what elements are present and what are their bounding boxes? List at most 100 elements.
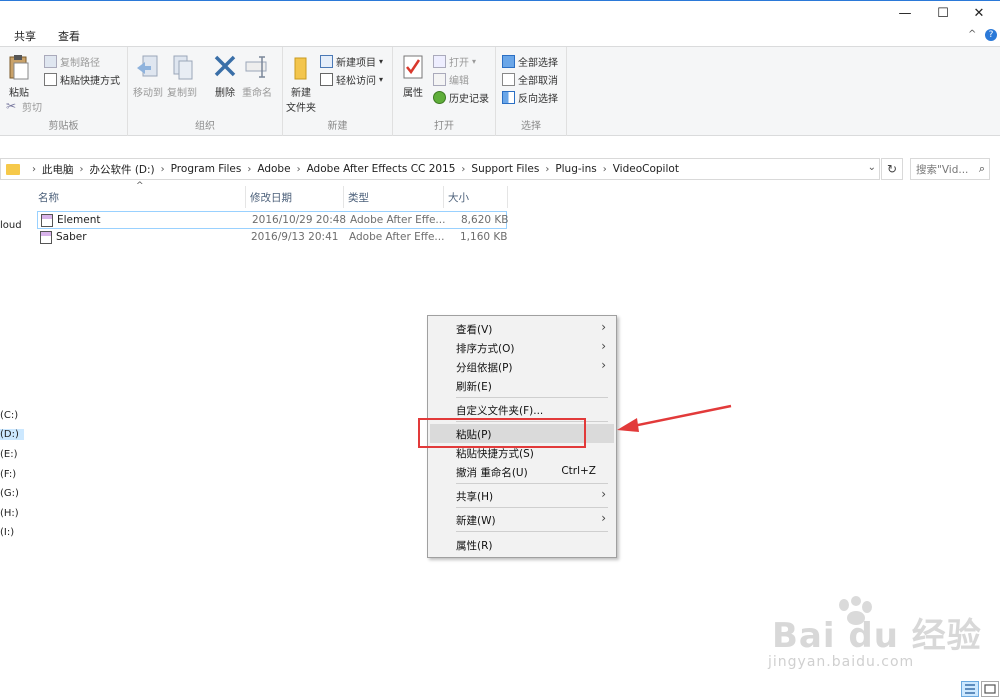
edit-icon [433, 73, 446, 86]
paste-shortcut-button[interactable]: 粘贴快捷方式 [44, 72, 120, 87]
search-input[interactable]: 搜索"Vid... ⌕ [910, 158, 990, 180]
ribbon-collapse-icon[interactable]: ^ [968, 29, 976, 40]
tab-view[interactable]: 查看 [58, 28, 80, 44]
menu-item-customize-label: 自定义文件夹(F)... [456, 405, 544, 417]
paste-button[interactable]: 粘贴 [6, 53, 32, 99]
maximize-button[interactable]: ☐ [924, 0, 962, 26]
history-label: 历史记录 [449, 94, 489, 105]
menu-item-share[interactable]: 共享(H) › [430, 486, 614, 505]
new-folder-label-2: 文件夹 [286, 103, 316, 114]
copy-path-button[interactable]: 复制路径 [44, 54, 100, 69]
new-item-button[interactable]: 新建项目 ▾ [320, 54, 383, 69]
ribbon-tabs: 共享 查看 ^ ? [0, 26, 1000, 46]
file-size: 1,160 KB [460, 231, 508, 243]
tab-share[interactable]: 共享 [14, 28, 36, 44]
history-icon [433, 91, 446, 104]
select-all-button[interactable]: 全部选择 [502, 54, 558, 69]
nav-item-drive-i[interactable]: (I:) [0, 527, 24, 538]
chevron-right-icon: › [601, 511, 606, 525]
cut-button[interactable]: ✂ 剪切 [6, 99, 42, 114]
copy-to-button[interactable]: 复制到 [167, 53, 197, 99]
breadcrumb-after-effects[interactable]: Adobe After Effects CC 2015 [307, 163, 456, 175]
menu-separator [456, 507, 608, 508]
history-button[interactable]: 历史记录 [433, 90, 489, 105]
breadcrumb-adobe[interactable]: Adobe [257, 163, 290, 175]
column-header-name[interactable]: 名称 [34, 186, 246, 208]
rename-button[interactable]: 重命名 [242, 53, 272, 99]
nav-item-drive-g[interactable]: (G:) [0, 488, 24, 499]
open-icon [433, 55, 446, 68]
select-none-label: 全部取消 [518, 76, 558, 87]
search-placeholder: 搜索"Vid... [916, 163, 969, 176]
menu-item-view[interactable]: 查看(V) › [430, 319, 614, 338]
file-size: 8,620 KB [461, 214, 509, 226]
easy-access-dropdown-icon: ▾ [379, 75, 384, 84]
column-header-size[interactable]: 大小 [444, 186, 508, 208]
open-dropdown-icon: ▾ [472, 57, 477, 66]
breadcrumb-plug-ins[interactable]: Plug-ins [555, 163, 596, 175]
breadcrumb-videocopilot[interactable]: VideoCopilot [613, 163, 679, 175]
menu-item-undo-shortcut: Ctrl+Z [561, 465, 596, 477]
close-button[interactable]: ✕ [960, 0, 998, 26]
menu-item-paste-shortcut-label: 粘贴快捷方式(S) [456, 448, 534, 460]
details-view-button[interactable] [961, 681, 979, 697]
open-label: 打开 [449, 58, 469, 69]
edit-button[interactable]: 编辑 [433, 72, 469, 87]
new-folder-button[interactable]: 新建 文件夹 [286, 53, 316, 114]
invert-selection-label: 反向选择 [518, 94, 558, 105]
open-button[interactable]: 打开 ▾ [433, 54, 476, 69]
help-icon[interactable]: ? [985, 29, 997, 41]
table-row[interactable]: Element 2016/10/29 20:48 Adobe After Eff… [37, 211, 509, 229]
nav-item-drive-f[interactable]: (F:) [0, 469, 24, 480]
delete-button[interactable]: 删除 [212, 53, 238, 99]
nav-item-drive-e[interactable]: (E:) [0, 449, 24, 460]
menu-item-refresh[interactable]: 刷新(E) [430, 376, 614, 395]
breadcrumb-program-files[interactable]: Program Files [171, 163, 242, 175]
rename-icon [245, 56, 267, 78]
breadcrumb-support-files[interactable]: Support Files [471, 163, 539, 175]
address-bar[interactable]: › 此电脑 › 办公软件 (D:) › Program Files › Adob… [0, 158, 880, 180]
folder-icon [294, 57, 307, 80]
column-header-type[interactable]: 类型 [344, 186, 444, 208]
menu-item-new[interactable]: 新建(W) › [430, 510, 614, 529]
nav-item-cloud[interactable]: loud [0, 220, 24, 231]
menu-item-sort[interactable]: 排序方式(O) › [430, 338, 614, 357]
easy-access-button[interactable]: 轻松访问 ▾ [320, 72, 383, 87]
breadcrumb-this-pc[interactable]: 此电脑 [42, 162, 74, 177]
select-all-label: 全部选择 [518, 58, 558, 69]
menu-item-customize-folder[interactable]: 自定义文件夹(F)... [430, 400, 614, 419]
menu-item-share-label: 共享(H) [456, 491, 494, 503]
menu-item-undo-rename[interactable]: 撤消 重命名(U) Ctrl+Z [430, 462, 614, 481]
address-dropdown-icon[interactable]: ⌄ [868, 162, 876, 173]
file-name: Element [57, 214, 101, 226]
open-group: 属性 打开 ▾ 编辑 历史记录 打开 [393, 47, 496, 136]
paste-shortcut-icon [44, 73, 57, 86]
table-row[interactable]: Saber 2016/9/13 20:41 Adobe After Effe..… [37, 229, 508, 247]
chevron-right-icon: › [545, 163, 550, 175]
delete-label: 删除 [215, 88, 235, 99]
move-to-button[interactable]: 移动到 [133, 53, 163, 99]
properties-button[interactable]: 属性 [400, 53, 426, 99]
column-header-date[interactable]: 修改日期 [246, 186, 344, 208]
chevron-right-icon: › [601, 358, 606, 372]
large-icons-view-button[interactable] [981, 681, 999, 697]
edit-label: 编辑 [449, 76, 469, 87]
scissors-icon: ✂ [6, 99, 17, 113]
nav-item-drive-c[interactable]: (C:) [0, 410, 24, 421]
chevron-right-icon: › [32, 163, 36, 175]
breadcrumb-drive-d[interactable]: 办公软件 (D:) [90, 162, 155, 177]
select-none-button[interactable]: 全部取消 [502, 72, 558, 87]
easy-access-icon [320, 73, 333, 86]
nav-item-drive-h[interactable]: (H:) [0, 508, 24, 519]
invert-selection-button[interactable]: 反向选择 [502, 90, 558, 105]
select-all-icon [502, 55, 515, 68]
chevron-right-icon: › [247, 163, 252, 175]
menu-item-refresh-label: 刷新(E) [456, 381, 492, 393]
refresh-button[interactable]: ↻ [881, 158, 903, 180]
menu-item-group[interactable]: 分组依据(P) › [430, 357, 614, 376]
watermark-url: jingyan.baidu.com [768, 654, 915, 670]
minimize-button[interactable]: — [886, 0, 924, 26]
nav-item-drive-d[interactable]: (D:) [0, 429, 24, 440]
menu-item-properties[interactable]: 属性(R) [430, 535, 614, 554]
clipboard-icon [9, 55, 29, 80]
